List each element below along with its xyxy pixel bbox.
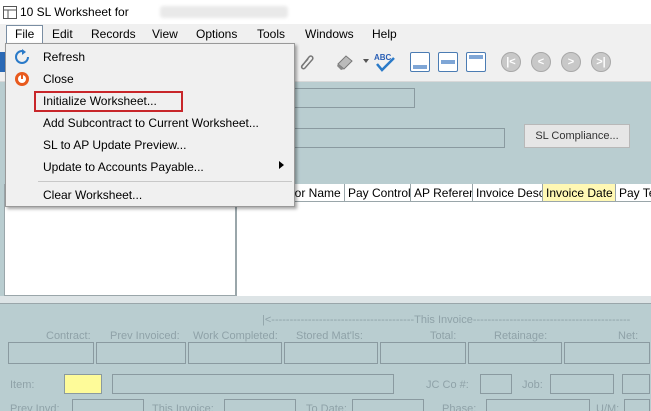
item-description-field[interactable]: [112, 374, 394, 394]
work-completed-field[interactable]: [188, 342, 282, 364]
header-field-2[interactable]: [283, 128, 505, 148]
phase-field[interactable]: [486, 399, 590, 411]
menu-item-close[interactable]: Close: [8, 68, 292, 89]
first-record-icon[interactable]: |<: [501, 52, 521, 72]
retainage-label: Retainage:: [494, 330, 548, 342]
col-invoice-desc[interactable]: Invoice Desc: [473, 184, 543, 202]
menu-edit[interactable]: Edit: [52, 27, 73, 41]
to-date-field[interactable]: [352, 399, 424, 411]
menu-item-label: SL to AP Update Preview...: [43, 138, 187, 152]
sl-compliance-button[interactable]: SL Compliance...: [524, 124, 630, 148]
prev-invoiced-label: Prev Invoiced:: [110, 330, 180, 342]
menu-options[interactable]: Options: [196, 27, 237, 41]
menu-item-label: Update to Accounts Payable...: [43, 160, 204, 174]
menu-item-sl-to-ap-preview[interactable]: SL to AP Update Preview...: [8, 134, 292, 155]
file-menu-dropdown: Refresh Close Initialize Worksheet... Ad…: [5, 43, 295, 207]
layout-middle-icon[interactable]: [438, 52, 458, 72]
title-bar: 10 SL Worksheet for: [0, 0, 651, 24]
menu-item-label: Clear Worksheet...: [43, 188, 143, 202]
item-field[interactable]: [64, 374, 102, 394]
spellcheck-icon[interactable]: ABC: [373, 52, 397, 72]
um-field[interactable]: [624, 399, 650, 411]
jc-co-label: JC Co #:: [426, 379, 469, 391]
col-pay-terms[interactable]: Pay Te: [616, 184, 651, 202]
job-label: Job:: [522, 379, 543, 391]
job-extra-field[interactable]: [622, 374, 650, 394]
col-invoice-date[interactable]: Invoice Date: [543, 184, 616, 202]
this-invoice-field[interactable]: [224, 399, 296, 411]
um-label: U/M:: [596, 403, 620, 411]
net-label: Net:: [618, 330, 639, 342]
next-record-icon[interactable]: >: [561, 52, 581, 72]
menu-item-update-to-ap[interactable]: Update to Accounts Payable...: [8, 156, 292, 177]
menu-item-refresh[interactable]: Refresh: [8, 46, 292, 67]
menu-separator: [38, 181, 292, 182]
layout-top-icon[interactable]: [466, 52, 486, 72]
menu-file[interactable]: File: [6, 25, 44, 43]
col-pay-control[interactable]: Pay Control: [345, 184, 411, 202]
prev-invd-label: Prev Invd:: [10, 403, 60, 411]
prev-invd-field[interactable]: [72, 399, 144, 411]
total-label: Total:: [430, 330, 457, 342]
work-completed-label: Work Completed:: [193, 330, 278, 342]
layout-bottom-icon[interactable]: [410, 52, 430, 72]
menu-bar: File Edit Records View Options Tools Win…: [0, 24, 651, 44]
header-field-1[interactable]: [283, 88, 415, 108]
splitter-bar[interactable]: [0, 296, 651, 304]
last-record-icon[interactable]: >|: [591, 52, 611, 72]
jc-co-field[interactable]: [480, 374, 512, 394]
prev-invoiced-field[interactable]: [96, 342, 186, 364]
dropdown-arrow-icon[interactable]: [363, 59, 369, 63]
contract-field[interactable]: [8, 342, 94, 364]
eraser-icon[interactable]: [335, 52, 355, 72]
to-date-label: To Date:: [306, 403, 347, 411]
submenu-arrow-icon: [279, 161, 284, 169]
job-field[interactable]: [550, 374, 614, 394]
col-ap-reference[interactable]: AP Referenc: [411, 184, 473, 202]
blurred-company-name: [160, 6, 288, 18]
menu-help[interactable]: Help: [372, 27, 397, 41]
refresh-icon: [15, 49, 29, 64]
menu-item-add-subcontract[interactable]: Add Subcontract to Current Worksheet...: [8, 112, 292, 133]
this-invoice-section-label: |<--------------------------------------…: [262, 314, 631, 326]
this-invoice-label: This Invoice:: [152, 403, 214, 411]
attach-icon[interactable]: [296, 52, 316, 72]
phase-label: Phase:: [442, 403, 477, 411]
menu-view[interactable]: View: [152, 27, 178, 41]
contract-label: Contract:: [46, 330, 91, 342]
bottom-form: |<--------------------------------------…: [0, 304, 651, 411]
stored-matls-field[interactable]: [284, 342, 378, 364]
menu-windows[interactable]: Windows: [305, 27, 354, 41]
net-field[interactable]: [564, 342, 650, 364]
window-title: 10 SL Worksheet for: [20, 5, 129, 19]
menu-item-label: Refresh: [43, 50, 86, 64]
menu-tools[interactable]: Tools: [257, 27, 285, 41]
menu-item-clear-worksheet[interactable]: Clear Worksheet...: [8, 184, 292, 205]
total-field[interactable]: [380, 342, 466, 364]
menu-records[interactable]: Records: [91, 27, 136, 41]
invoice-grid[interactable]: dor Name Pay Control AP Referenc Invoice…: [236, 184, 651, 296]
menu-item-label: Close: [43, 72, 74, 86]
app-icon: [3, 6, 17, 19]
stored-matls-label: Stored Mat'ls:: [296, 330, 363, 342]
menu-item-label: Add Subcontract to Current Worksheet...: [43, 116, 259, 130]
annotation-highlight: [34, 91, 183, 112]
svg-text:ABC: ABC: [374, 53, 392, 62]
item-label: Item:: [10, 379, 35, 391]
close-icon: [15, 72, 29, 86]
retainage-field[interactable]: [468, 342, 562, 364]
prev-record-icon[interactable]: <: [531, 52, 551, 72]
